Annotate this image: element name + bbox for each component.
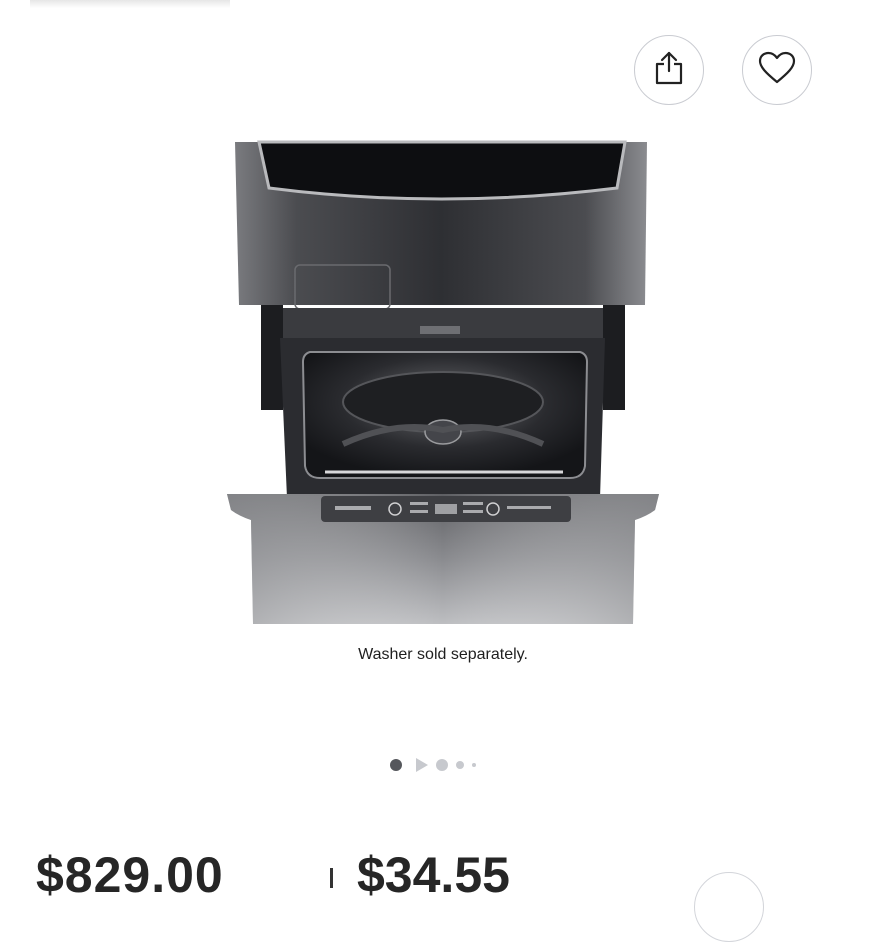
share-icon <box>652 50 686 91</box>
favorite-button[interactable] <box>742 35 812 105</box>
video-play-icon[interactable] <box>416 758 428 772</box>
price-divider <box>330 868 333 888</box>
info-button[interactable] <box>694 872 764 942</box>
heart-icon <box>758 51 796 90</box>
carousel-dot[interactable] <box>456 761 464 769</box>
top-edge-fade <box>30 0 230 8</box>
share-button[interactable] <box>634 35 704 105</box>
image-caption: Washer sold separately. <box>358 646 528 663</box>
carousel-dot[interactable] <box>472 763 476 767</box>
product-image[interactable] <box>225 140 661 630</box>
product-price: $829.00 <box>36 847 224 903</box>
carousel-dot-active[interactable] <box>390 759 402 771</box>
carousel-dot[interactable] <box>436 759 448 771</box>
monthly-payment: $34.55 <box>357 847 510 903</box>
image-carousel-indicator[interactable] <box>390 755 476 775</box>
